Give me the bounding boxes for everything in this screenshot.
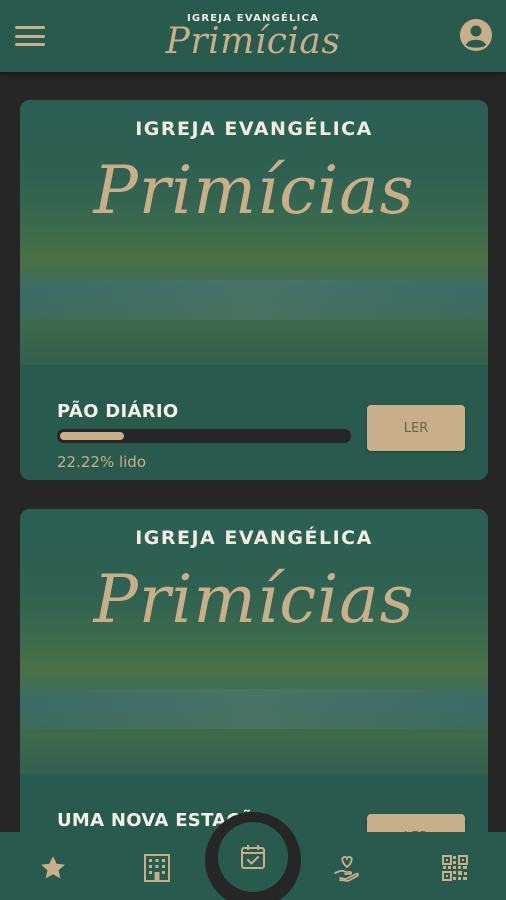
card-info: PÃO DIÁRIO 22.22% lido LER bbox=[20, 365, 488, 480]
banner-subtitle: IGREJA EVANGÉLICA bbox=[135, 118, 373, 140]
calendar-check-icon[interactable] bbox=[218, 822, 288, 892]
hand-heart-icon[interactable] bbox=[327, 848, 367, 888]
hamburger-menu-icon[interactable] bbox=[14, 24, 46, 48]
star-icon[interactable] bbox=[33, 848, 73, 888]
progress-text: 22.22% lido bbox=[57, 453, 146, 471]
account-circle-icon[interactable] bbox=[460, 19, 492, 51]
building-icon[interactable] bbox=[137, 848, 177, 888]
card-title: PÃO DIÁRIO bbox=[57, 401, 179, 422]
read-button[interactable]: LER bbox=[367, 405, 465, 451]
devotional-card[interactable]: IGREJA EVANGÉLICA Primícias PÃO DIÁRIO 2… bbox=[20, 100, 488, 480]
banner-subtitle: IGREJA EVANGÉLICA bbox=[135, 527, 373, 549]
app-header: IGREJA EVANGÉLICA Primícias bbox=[0, 0, 506, 72]
card-banner-image: IGREJA EVANGÉLICA Primícias bbox=[20, 100, 488, 365]
progress-fill bbox=[60, 432, 124, 440]
qr-code-icon[interactable] bbox=[435, 848, 475, 888]
banner-title: Primícias bbox=[93, 561, 415, 638]
reading-progress-bar bbox=[57, 429, 351, 443]
card-banner-image: IGREJA EVANGÉLICA Primícias bbox=[20, 509, 488, 774]
logo-title: Primícias bbox=[165, 20, 341, 62]
app-logo: IGREJA EVANGÉLICA Primícias bbox=[166, 11, 341, 62]
banner-title: Primícias bbox=[93, 152, 415, 229]
